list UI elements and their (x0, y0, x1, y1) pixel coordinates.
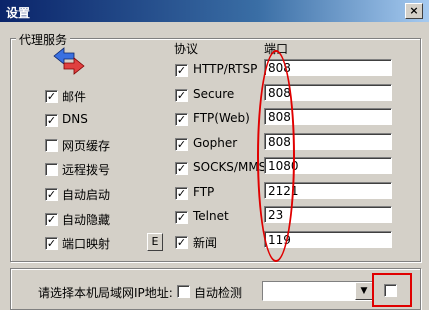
service-5-label: 自动隐藏 (62, 213, 111, 227)
ports-highlight-oval (257, 50, 295, 262)
service-0-checkbox[interactable]: ✓ (45, 90, 58, 103)
service-6-label: 端口映射 (62, 237, 111, 251)
auto-detect-checkbox[interactable] (177, 285, 190, 298)
protocol-3-label: Gopher (193, 136, 238, 150)
protocol-6-checkbox[interactable]: ✓ (175, 211, 188, 224)
service-4-label: 自动启动 (62, 188, 111, 202)
service-3-label: 远程拨号 (62, 163, 111, 177)
title-bar: 设置 × (0, 0, 429, 22)
protocol-5-label: FTP (193, 185, 215, 199)
protocol-3-checkbox[interactable]: ✓ (175, 138, 188, 151)
protocol-4-checkbox[interactable]: ✓ (175, 162, 188, 175)
checkbox-highlight-box (372, 273, 412, 307)
protocol-7-label: 新闻 (193, 236, 218, 250)
protocol-6-label: Telnet (193, 209, 229, 223)
service-2-checkbox[interactable] (45, 139, 58, 152)
service-2-label: 网页缓存 (62, 139, 111, 153)
port-mapping-edit-button[interactable]: E (147, 233, 163, 251)
lan-ip-prompt: 请选择本机局域网IP地址: (38, 286, 173, 300)
window-title: 设置 (6, 6, 31, 20)
protocol-1-label: Secure (193, 87, 235, 101)
service-5-checkbox[interactable]: ✓ (45, 213, 58, 226)
protocol-0-checkbox[interactable]: ✓ (175, 64, 188, 77)
service-6-checkbox[interactable]: ✓ (45, 237, 58, 250)
lan-ip-select[interactable]: ▼ (262, 281, 374, 301)
proxy-arrows-icon (53, 47, 85, 75)
protocol-7-checkbox[interactable]: ✓ (175, 236, 188, 249)
service-4-checkbox[interactable]: ✓ (45, 188, 58, 201)
protocol-4-label: SOCKS/MMS (193, 160, 267, 174)
auto-detect-label: 自动检测 (194, 286, 243, 300)
protocol-5-checkbox[interactable]: ✓ (175, 187, 188, 200)
service-1-label: DNS (62, 112, 88, 126)
protocol-header: 协议 (174, 42, 199, 56)
service-0-label: 邮件 (62, 90, 87, 104)
close-button[interactable]: × (405, 3, 423, 19)
chevron-down-icon[interactable]: ▼ (355, 282, 373, 300)
protocol-1-checkbox[interactable]: ✓ (175, 89, 188, 102)
service-3-checkbox[interactable] (45, 163, 58, 176)
service-1-checkbox[interactable]: ✓ (45, 114, 58, 127)
protocol-2-checkbox[interactable]: ✓ (175, 113, 188, 126)
protocol-2-label: FTP(Web) (193, 111, 250, 125)
protocol-0-label: HTTP/RTSP (193, 62, 258, 76)
